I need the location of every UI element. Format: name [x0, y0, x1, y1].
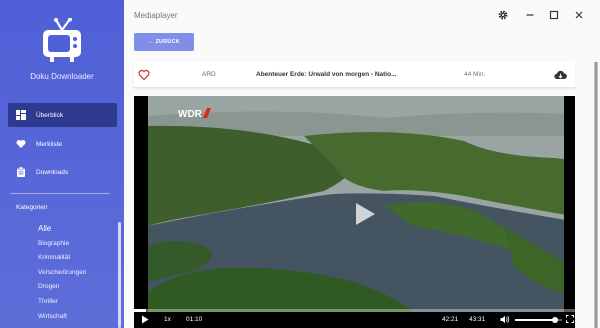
title-bar: Mediaplayer — [124, 0, 600, 30]
volume-slider-handle[interactable] — [551, 317, 558, 323]
window-title: Mediaplayer — [134, 11, 178, 20]
dashboard-icon — [16, 110, 26, 120]
play-icon[interactable] — [141, 315, 149, 324]
minimize-button[interactable] — [524, 9, 536, 21]
sidebar-item-label: Merkliste — [36, 140, 63, 148]
category-list: Alle Biographie Kriminalität Verschwörun… — [38, 222, 86, 324]
play-overlay-icon[interactable] — [354, 202, 376, 226]
sidebar-item-label: Downloads — [36, 168, 69, 176]
category-item[interactable]: Kriminalität — [38, 251, 86, 266]
heart-outline-icon[interactable] — [138, 69, 150, 81]
cloud-download-icon[interactable] — [554, 69, 567, 81]
category-item[interactable]: Verschwörungen — [38, 266, 86, 281]
category-item[interactable]: Drogen — [38, 280, 86, 295]
sidebar-scrollbar[interactable] — [118, 222, 121, 328]
close-button[interactable] — [573, 9, 585, 21]
category-item[interactable]: Biographie — [38, 237, 86, 252]
sidebar-item-overview[interactable]: Überblick — [8, 103, 117, 127]
close-icon — [575, 11, 583, 19]
playback-speed[interactable]: 1x — [164, 316, 171, 323]
player-controls: 1x 01:10 42:21 43:31 — [134, 312, 575, 328]
tv-logo-icon — [43, 18, 81, 62]
clipboard-icon — [17, 167, 25, 177]
volume-slider-fill — [515, 319, 555, 321]
episode-duration: 44 Min. — [464, 71, 486, 78]
gear-icon — [498, 10, 508, 20]
category-item[interactable]: Thriller — [38, 295, 86, 310]
minimize-icon — [526, 14, 534, 16]
main-panel: Mediaplayer ← ZURÜCK ARD Abenteuer Erde:… — [124, 0, 600, 328]
episode-row: ARD Abenteuer Erde: Urwald von morgen - … — [134, 62, 575, 88]
category-item-all[interactable]: Alle — [38, 222, 86, 237]
app-title: Doku Downloader — [30, 72, 94, 81]
sidebar-item-watchlist[interactable]: Merkliste — [8, 132, 117, 156]
current-time: 01:10 — [186, 316, 203, 323]
volume-icon[interactable] — [500, 315, 510, 324]
total-time: 43:31 — [469, 316, 486, 323]
wdr-logo-icon: WDR — [178, 108, 211, 119]
settings-button[interactable] — [497, 9, 509, 21]
remaining-time: 42:21 — [442, 316, 459, 323]
video-player[interactable]: WDR 1x 01:10 42:21 43:31 — [134, 96, 575, 328]
volume-slider[interactable] — [515, 317, 562, 323]
episode-title: Abenteuer Erde: Urwald von morgen - Nati… — [256, 71, 396, 78]
wdr-logo-text: WDR — [178, 109, 203, 119]
fullscreen-icon[interactable] — [566, 315, 574, 323]
main-scrollbar[interactable] — [594, 62, 598, 328]
heart-icon — [16, 140, 26, 148]
categories-heading: Kategorien — [16, 204, 48, 211]
episode-channel: ARD — [202, 71, 216, 78]
category-item[interactable]: Wirtschaft — [38, 310, 86, 325]
sidebar-item-downloads[interactable]: Downloads — [8, 160, 117, 184]
sidebar: Doku Downloader Überblick Merkliste Down… — [0, 0, 124, 328]
back-button[interactable]: ← ZURÜCK — [134, 33, 194, 51]
maximize-button[interactable] — [548, 9, 560, 21]
sidebar-divider — [10, 193, 110, 194]
sidebar-item-label: Überblick — [36, 111, 64, 119]
maximize-icon — [549, 10, 559, 20]
